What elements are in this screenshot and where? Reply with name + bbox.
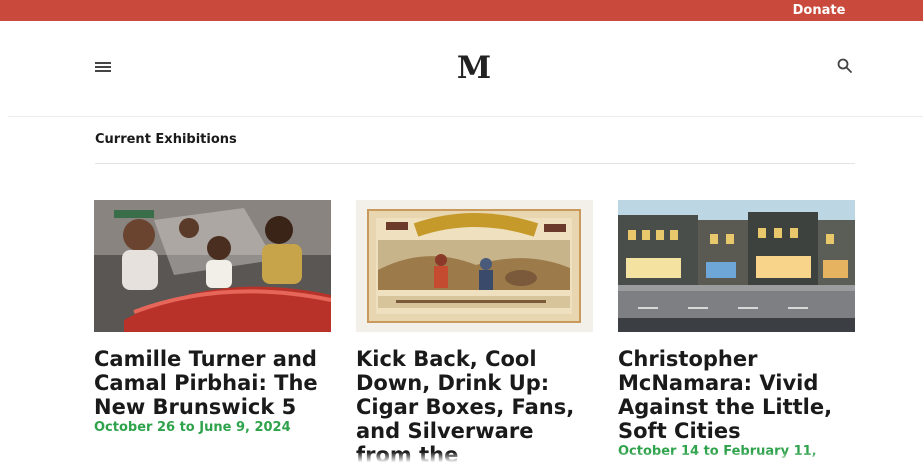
exhibition-card[interactable]: Christopher McNamara: Vivid Against the … (618, 200, 856, 461)
header-divider (8, 116, 923, 117)
exhibition-image[interactable] (356, 200, 593, 332)
exhibition-image[interactable] (618, 200, 855, 332)
search-icon[interactable] (836, 57, 854, 75)
exhibition-date: October 26 to June 9, 2024 (94, 420, 291, 435)
donate-button[interactable]: Donate (783, 0, 855, 21)
exhibition-title[interactable]: Camille Turner and Camal Pirbhai: The Ne… (94, 347, 332, 419)
exhibition-card[interactable]: Kick Back, Cool Down, Drink Up: Cigar Bo… (356, 200, 594, 467)
exhibition-title[interactable]: Christopher McNamara: Vivid Against the … (618, 347, 856, 443)
exhibition-image[interactable] (94, 200, 331, 332)
exhibition-title[interactable]: Kick Back, Cool Down, Drink Up: Cigar Bo… (356, 347, 594, 467)
top-banner: Donate (0, 0, 923, 21)
hamburger-menu-icon[interactable] (95, 60, 113, 74)
section-divider (95, 163, 855, 164)
section-title: Current Exhibitions (95, 132, 237, 147)
site-logo[interactable]: M (444, 48, 504, 88)
page: Donate M Current Exhibitions Camille Tur… (0, 0, 923, 467)
exhibition-date: October 14 to February 11, (618, 444, 817, 459)
exhibition-card[interactable]: Camille Turner and Camal Pirbhai: The Ne… (94, 200, 332, 437)
